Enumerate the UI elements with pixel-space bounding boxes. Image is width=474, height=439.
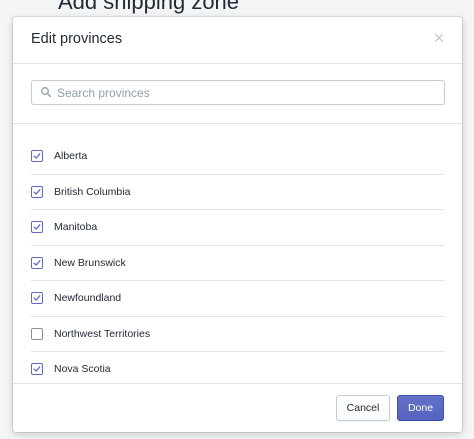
cancel-button[interactable]: Cancel xyxy=(336,395,390,421)
search-section xyxy=(13,64,462,124)
province-checkbox[interactable] xyxy=(31,185,43,198)
province-checkbox[interactable] xyxy=(31,327,43,340)
province-row[interactable]: Nova Scotia xyxy=(31,352,444,384)
close-icon[interactable]: ✕ xyxy=(430,29,448,47)
search-field[interactable] xyxy=(31,80,445,105)
province-checkbox[interactable] xyxy=(31,256,43,269)
province-checkbox[interactable] xyxy=(31,150,43,162)
province-row[interactable]: Alberta xyxy=(31,139,444,175)
province-label: Newfoundland xyxy=(54,292,122,304)
province-label: New Brunswick xyxy=(54,256,126,269)
province-checkbox[interactable] xyxy=(31,221,43,233)
province-row[interactable]: British Columbia xyxy=(31,175,444,210)
province-label: British Columbia xyxy=(54,185,131,198)
modal-footer: Cancel Done xyxy=(13,383,462,432)
backdrop-page-title: Add shipping zone xyxy=(58,0,240,14)
checkmark-icon xyxy=(33,366,41,372)
province-row[interactable]: New Brunswick xyxy=(31,246,444,281)
province-row[interactable]: Newfoundland xyxy=(31,281,444,317)
province-list[interactable]: Alberta British Columbia Manitoba New Bruns… xyxy=(13,124,462,384)
search-icon xyxy=(41,87,52,98)
checkmark-icon xyxy=(33,188,41,195)
province-label: Nova Scotia xyxy=(54,363,111,375)
province-checkbox[interactable] xyxy=(31,292,43,304)
checkmark-icon xyxy=(33,224,41,230)
province-label: Alberta xyxy=(54,150,88,162)
province-row[interactable]: Northwest Territories xyxy=(31,317,444,352)
province-label: Northwest Territories xyxy=(54,327,151,340)
edit-provinces-modal: Edit provinces ✕ Alberta British Columbia… xyxy=(13,17,462,432)
search-input[interactable] xyxy=(57,84,437,102)
province-checkbox[interactable] xyxy=(31,363,43,375)
modal-title: Edit provinces xyxy=(31,31,123,47)
modal-header: Edit provinces ✕ xyxy=(13,17,462,64)
province-label: Manitoba xyxy=(54,221,98,233)
province-row[interactable]: Manitoba xyxy=(31,210,444,246)
checkmark-icon xyxy=(33,153,41,159)
checkmark-icon xyxy=(33,259,41,266)
province-list-inner: Alberta British Columbia Manitoba New Bruns… xyxy=(13,139,462,384)
done-button[interactable]: Done xyxy=(397,395,444,421)
checkmark-icon xyxy=(33,295,41,301)
